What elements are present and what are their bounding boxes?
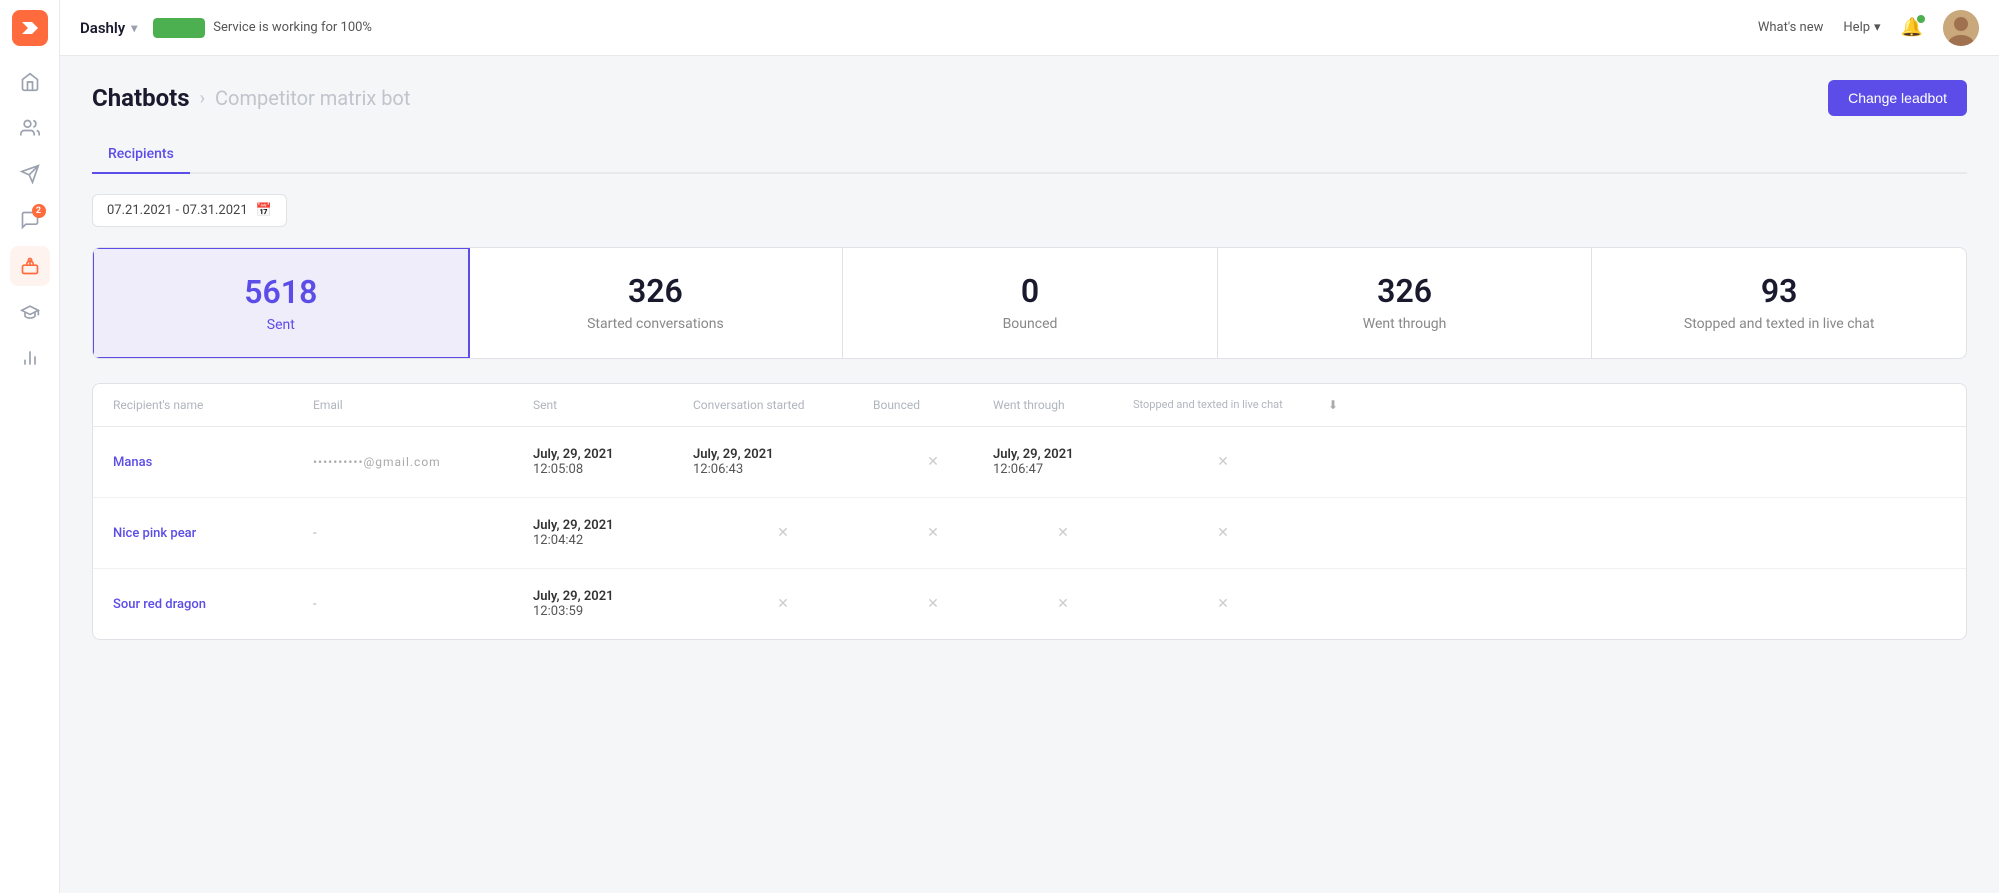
stat-sent-number: 5618 <box>114 273 448 311</box>
sidebar-item-analytics[interactable] <box>10 338 50 378</box>
stat-bounced-label: Bounced <box>863 316 1197 332</box>
sidebar-item-chat[interactable]: 2 <box>10 200 50 240</box>
breadcrumb-main: Chatbots <box>92 84 190 112</box>
header-bounced: Bounced <box>873 394 993 416</box>
header-name: Recipient's name <box>113 394 313 416</box>
stat-bounced-number: 0 <box>863 272 1197 310</box>
cell-bounced-sourreddragon: ✕ <box>873 594 993 614</box>
sidebar-item-campaigns[interactable] <box>10 154 50 194</box>
main-area: Dashly ▾ Service is working for 100% Wha… <box>60 0 1999 893</box>
tabs: Recipients <box>92 136 1967 174</box>
brand-name: Dashly <box>80 19 125 37</box>
status-bar-container <box>153 18 205 38</box>
cell-name-manas[interactable]: Manas <box>113 453 313 472</box>
stat-started[interactable]: 326 Started conversations <box>469 248 844 358</box>
cell-email-manas: ••••••••••@gmail.com <box>313 453 533 471</box>
header-conv-started: Conversation started <box>693 394 873 416</box>
stat-went-label: Went through <box>1238 316 1572 332</box>
stat-stopped-number: 93 <box>1612 272 1946 310</box>
sidebar-item-users[interactable] <box>10 108 50 148</box>
recipients-table: Recipient's name Email Sent Conversation… <box>92 383 1967 640</box>
change-leadbot-button[interactable]: Change leadbot <box>1828 80 1967 116</box>
topbar-actions: What's new Help ▾ 🔔 <box>1758 10 1979 46</box>
cell-action-nicepinkpear <box>1313 531 1353 535</box>
table-row: Nice pink pear - July, 29, 2021 12:04:42… <box>93 498 1966 569</box>
cell-action-manas <box>1313 460 1353 464</box>
cell-stopped-manas: ✕ <box>1133 452 1313 472</box>
cell-sent-nicepinkpear: July, 29, 2021 12:04:42 <box>533 516 693 550</box>
brand-chevron-icon: ▾ <box>131 21 137 35</box>
download-icon[interactable]: ⬇ <box>1313 398 1353 412</box>
header-went-through: Went through <box>993 394 1133 416</box>
cell-bounced-nicepinkpear: ✕ <box>873 523 993 543</box>
topbar-brand[interactable]: Dashly ▾ <box>80 19 137 37</box>
cell-email-sourreddragon: - <box>313 595 533 614</box>
sidebar-item-chatbots[interactable] <box>10 246 50 286</box>
table-row: Sour red dragon - July, 29, 2021 12:03:5… <box>93 569 1966 639</box>
breadcrumb-sub: Competitor matrix bot <box>215 86 410 110</box>
sidebar: 2 <box>0 0 60 893</box>
breadcrumb: Chatbots › Competitor matrix bot <box>92 84 410 112</box>
stat-started-number: 326 <box>489 272 823 310</box>
cell-conv-sourreddragon: ✕ <box>693 594 873 614</box>
bell-dot <box>1917 15 1925 23</box>
status-bar-fill <box>153 18 205 38</box>
user-avatar[interactable] <box>1943 10 1979 46</box>
topbar: Dashly ▾ Service is working for 100% Wha… <box>60 0 1999 56</box>
sidebar-item-academy[interactable] <box>10 292 50 332</box>
status-text: Service is working for 100% <box>213 20 372 35</box>
stat-started-label: Started conversations <box>489 316 823 332</box>
cell-name-sourreddragon[interactable]: Sour red dragon <box>113 595 313 614</box>
cell-went-sourreddragon: ✕ <box>993 594 1133 614</box>
table-header-row: Recipient's name Email Sent Conversation… <box>93 384 1966 427</box>
cell-action-sourreddragon <box>1313 602 1353 606</box>
stat-sent-label: Sent <box>114 317 448 333</box>
cell-stopped-nicepinkpear: ✕ <box>1133 523 1313 543</box>
whats-new-link[interactable]: What's new <box>1758 20 1824 35</box>
cell-name-nicepinkpear[interactable]: Nice pink pear <box>113 524 313 543</box>
date-filter-value: 07.21.2021 - 07.31.2021 <box>107 203 248 218</box>
header-stopped: Stopped and texted in live chat <box>1133 394 1313 416</box>
stats-row: 5618 Sent 326 Started conversations 0 Bo… <box>92 247 1967 359</box>
cell-sent-sourreddragon: July, 29, 2021 12:03:59 <box>533 587 693 621</box>
cell-conv-nicepinkpear: ✕ <box>693 523 873 543</box>
notification-bell[interactable]: 🔔 <box>1901 17 1923 38</box>
breadcrumb-separator: › <box>200 88 205 109</box>
stat-stopped-label: Stopped and texted in live chat <box>1612 316 1946 332</box>
cell-email-nicepinkpear: - <box>313 524 533 543</box>
page-header: Chatbots › Competitor matrix bot Change … <box>92 80 1967 116</box>
tab-recipients[interactable]: Recipients <box>92 136 190 174</box>
cell-conv-manas: July, 29, 2021 12:06:43 <box>693 445 873 479</box>
cell-bounced-manas: ✕ <box>873 452 993 472</box>
calendar-icon: 📅 <box>256 203 272 218</box>
help-link[interactable]: Help ▾ <box>1843 20 1880 35</box>
cell-went-nicepinkpear: ✕ <box>993 523 1133 543</box>
stat-stopped[interactable]: 93 Stopped and texted in live chat <box>1592 248 1966 358</box>
sidebar-item-home[interactable] <box>10 62 50 102</box>
cell-sent-manas: July, 29, 2021 12:05:08 <box>533 445 693 479</box>
header-download: ⬇ <box>1313 394 1353 416</box>
date-filter[interactable]: 07.21.2021 - 07.31.2021 📅 <box>92 194 287 227</box>
cell-stopped-sourreddragon: ✕ <box>1133 594 1313 614</box>
stat-went-number: 326 <box>1238 272 1572 310</box>
header-email: Email <box>313 394 533 416</box>
sidebar-logo[interactable] <box>12 10 48 46</box>
chat-badge: 2 <box>32 204 46 218</box>
stat-sent[interactable]: 5618 Sent <box>92 247 470 359</box>
stat-bounced[interactable]: 0 Bounced <box>843 248 1218 358</box>
cell-went-manas: July, 29, 2021 12:06:47 <box>993 445 1133 479</box>
page-content: Chatbots › Competitor matrix bot Change … <box>60 56 1999 893</box>
topbar-status: Service is working for 100% <box>153 18 372 38</box>
table-row: Manas ••••••••••@gmail.com July, 29, 202… <box>93 427 1966 498</box>
help-chevron-icon: ▾ <box>1874 20 1881 35</box>
header-sent: Sent <box>533 394 693 416</box>
stat-went-through[interactable]: 326 Went through <box>1218 248 1593 358</box>
